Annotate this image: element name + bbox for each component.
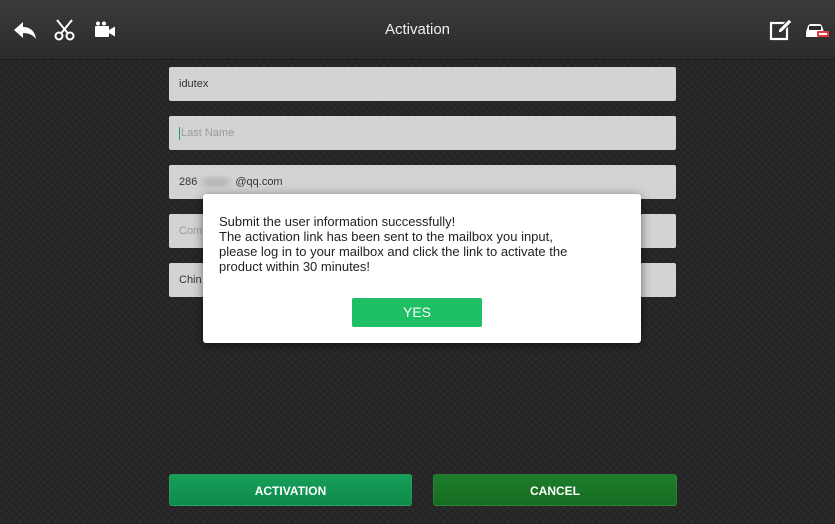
country-value: Chin [179, 274, 202, 286]
first-name-field[interactable]: idutex [169, 67, 676, 101]
edit-icon[interactable] [768, 18, 794, 42]
dialog-line: please log in to your mailbox and click … [219, 244, 568, 259]
success-dialog: Submit the user information successfully… [203, 194, 641, 343]
dialog-line: Submit the user information successfully… [219, 214, 456, 229]
dialog-line: The activation link has been sent to the… [219, 229, 553, 244]
email-suffix: @qq.com [235, 176, 283, 188]
cancel-button[interactable]: CANCEL [433, 474, 677, 506]
first-name-value: idutex [179, 78, 209, 90]
redacted-blur [198, 177, 235, 188]
top-bar: Activation [0, 0, 835, 60]
page-title: Activation [384, 21, 451, 38]
email-prefix: 286 [179, 176, 198, 188]
activation-button[interactable]: ACTIVATION [169, 474, 412, 506]
car-icon[interactable] [804, 18, 830, 42]
last-name-field[interactable]: Last Name [169, 116, 676, 150]
last-name-placeholder: Last Name [181, 127, 235, 139]
yes-button[interactable]: YES [352, 298, 482, 327]
dialog-line: product within 30 minutes! [219, 259, 371, 274]
dialog-message: Submit the user information successfully… [219, 214, 629, 274]
company-placeholder: Com [179, 225, 203, 237]
text-cursor [179, 126, 180, 140]
